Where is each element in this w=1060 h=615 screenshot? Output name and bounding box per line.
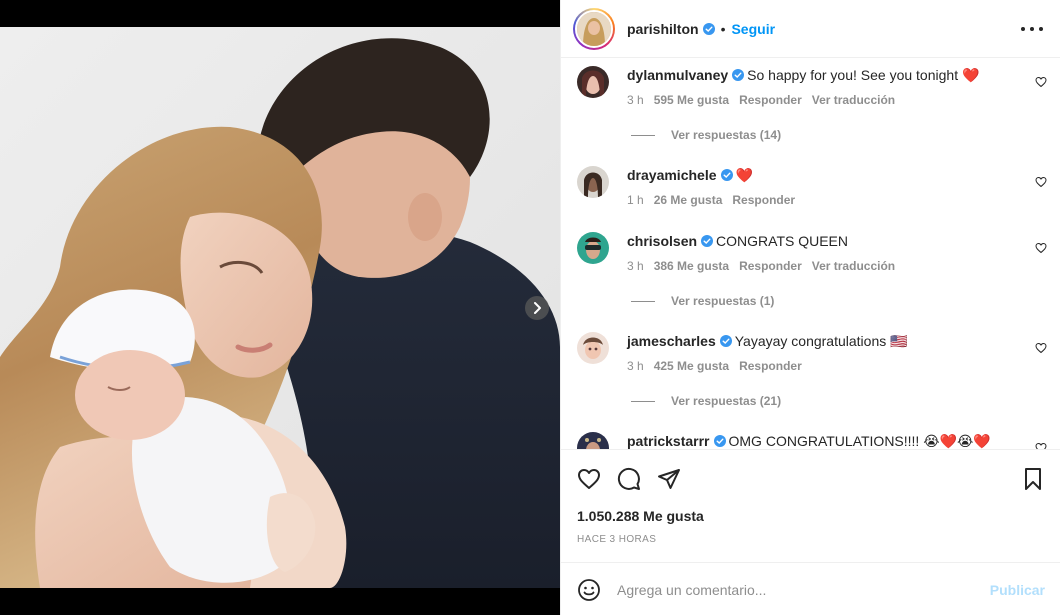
verified-badge-icon bbox=[701, 235, 714, 247]
like-comment-heart-icon[interactable] bbox=[1035, 242, 1047, 254]
comment-username[interactable]: jamescharles bbox=[627, 333, 716, 349]
view-replies-label: Ver respuestas (21) bbox=[671, 394, 782, 408]
view-replies-button[interactable]: Ver respuestas (21) bbox=[631, 394, 781, 408]
post-time-ago[interactable]: HACE 3 HORAS bbox=[577, 534, 656, 545]
heart-icon[interactable] bbox=[577, 467, 601, 491]
like-comment-heart-icon[interactable] bbox=[1035, 442, 1047, 449]
reply-button[interactable]: Responder bbox=[739, 359, 802, 373]
like-comment-heart-icon[interactable] bbox=[1035, 176, 1047, 188]
comment-likes[interactable]: 595 Me gusta bbox=[654, 93, 729, 107]
comment-text: So happy for you! See you tonight ❤️ bbox=[747, 67, 980, 83]
comment-likes[interactable]: 386 Me gusta bbox=[654, 259, 729, 273]
avatar[interactable] bbox=[577, 66, 609, 98]
reply-button[interactable]: Responder bbox=[732, 193, 795, 207]
comments-list[interactable]: dylanmulvaney So happy for you! See you t… bbox=[561, 58, 1060, 449]
paper-plane-icon[interactable] bbox=[657, 467, 681, 491]
bookmark-icon[interactable] bbox=[1021, 467, 1045, 491]
comment-text: ❤️ bbox=[735, 167, 753, 183]
more-options-icon[interactable] bbox=[1021, 19, 1043, 39]
translate-button[interactable]: Ver traducción bbox=[812, 93, 895, 107]
avatar[interactable] bbox=[577, 232, 609, 264]
next-photo-button[interactable] bbox=[525, 296, 549, 320]
comment-likes[interactable]: 425 Me gusta bbox=[654, 359, 729, 373]
reply-button[interactable]: Responder bbox=[739, 93, 802, 107]
comment-time[interactable]: 3 h bbox=[627, 259, 644, 273]
avatar[interactable] bbox=[577, 332, 609, 364]
translate-button[interactable]: Ver traducción bbox=[812, 259, 895, 273]
post-photo bbox=[0, 27, 560, 588]
header-separator: • bbox=[720, 20, 726, 37]
like-comment-heart-icon[interactable] bbox=[1035, 342, 1047, 354]
comment-username[interactable]: dylanmulvaney bbox=[627, 67, 728, 83]
comment-username[interactable]: drayamichele bbox=[627, 167, 717, 183]
comment-username[interactable]: patrickstarrr bbox=[627, 433, 710, 449]
verified-badge-icon bbox=[713, 435, 726, 447]
comment-text: OMG CONGRATULATIONS!!!! 😭❤️😭❤️ bbox=[728, 433, 991, 449]
post-media bbox=[0, 0, 560, 615]
author-avatar[interactable] bbox=[573, 7, 615, 50]
comment-text: Yayayay congratulations 🇺🇸 bbox=[734, 333, 908, 349]
view-replies-button[interactable]: Ver respuestas (1) bbox=[631, 294, 774, 308]
add-comment-bar: Publicar bbox=[561, 562, 1060, 615]
post-header: parishilton • Seguir bbox=[561, 0, 1060, 58]
like-comment-heart-icon[interactable] bbox=[1035, 76, 1047, 88]
comment-input[interactable] bbox=[617, 577, 977, 603]
comment-time[interactable]: 1 h bbox=[627, 193, 644, 207]
comment-username[interactable]: chrisolsen bbox=[627, 233, 697, 249]
instagram-post-modal: parishilton • Seguir dylanmulvaney So hap… bbox=[0, 0, 1060, 615]
avatar[interactable] bbox=[577, 432, 609, 449]
view-replies-label: Ver respuestas (1) bbox=[671, 294, 775, 308]
comment-icon[interactable] bbox=[617, 467, 641, 491]
reply-button[interactable]: Responder bbox=[739, 259, 802, 273]
comment-text: CONGRATS QUEEN bbox=[716, 233, 849, 249]
verified-badge-icon bbox=[719, 335, 732, 347]
view-replies-button[interactable]: Ver respuestas (14) bbox=[631, 128, 781, 142]
verified-badge-icon bbox=[702, 22, 715, 35]
avatar[interactable] bbox=[577, 166, 609, 198]
publish-button[interactable]: Publicar bbox=[990, 582, 1045, 598]
likes-count[interactable]: 1.050.288 Me gusta bbox=[577, 508, 704, 524]
author-username[interactable]: parishilton bbox=[627, 21, 699, 37]
comment-time[interactable]: 3 h bbox=[627, 93, 644, 107]
chevron-right-icon bbox=[534, 302, 541, 314]
verified-badge-icon bbox=[732, 69, 745, 81]
follow-button[interactable]: Seguir bbox=[731, 21, 775, 37]
post-side-panel: parishilton • Seguir dylanmulvaney So hap… bbox=[560, 0, 1060, 615]
comment-likes[interactable]: 26 Me gusta bbox=[654, 193, 723, 207]
verified-badge-icon bbox=[720, 169, 733, 181]
comment-time[interactable]: 3 h bbox=[627, 359, 644, 373]
view-replies-label: Ver respuestas (14) bbox=[671, 128, 782, 142]
emoji-icon[interactable] bbox=[577, 578, 601, 602]
